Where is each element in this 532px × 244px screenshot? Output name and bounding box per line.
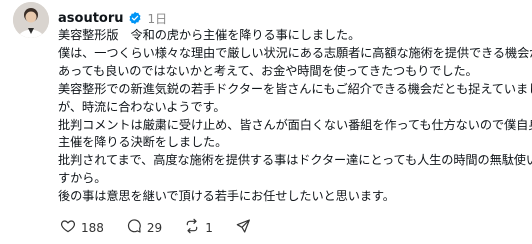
share-icon [235,218,251,237]
comment-button[interactable]: 29 [126,218,162,237]
post-line: 主催を降りる決断をしました。 [58,135,228,150]
post-actions: 188 29 1 [60,218,251,237]
verified-badge-icon [128,11,142,25]
share-button[interactable] [235,218,251,237]
post-timestamp[interactable]: 1日 [148,10,168,27]
post-line: 美容整形での新進気鋭の若手ドクターを皆さんにもご紹介できる機会だとも捉えていまし… [58,81,532,96]
post-line: あっても良いのではないかと考えて、お金や時間を使ってきたつもりでした。 [58,63,478,78]
repost-button[interactable]: 1 [184,218,213,237]
repost-count: 1 [205,220,213,235]
comment-count: 29 [146,220,163,235]
heart-icon [60,218,76,237]
post-line: 僕は、一つくらい様々な理由で厳しい状況にある志願者に高額な施術を提供できる機会が [58,45,532,60]
like-button[interactable]: 188 [60,218,104,237]
post-line: 美容整形版 令和の虎から主催を降りる事にしました。 [58,28,361,42]
post-line: すから。 [58,171,107,186]
avatar[interactable] [13,2,49,38]
like-count: 188 [81,220,104,235]
comment-icon [126,218,142,237]
post-line: 批判コメントは厳粛に受け止め、皆さんが面白くない番組を作っても仕方ないので僕自身… [58,117,532,132]
post-line: 後の事は意思を継いで頂ける若手にお任せしたいと思います。 [58,189,395,204]
username[interactable]: asoutoru [58,11,124,26]
post-line: が、時流に合わないようです。 [58,99,226,114]
repost-icon [184,218,200,237]
post-line: 批判されてまで、高度な施術を提供する事はドクター達にとっても人生の時間の無駄使い… [58,153,532,168]
thread-post: asoutoru 1日 美容整形版 令和の虎から主催を降りる事にしました。 僕は… [0,0,532,244]
post-body: 美容整形版 令和の虎から主催を降りる事にしました。 僕は、一つくらい様々な理由で… [58,27,532,206]
post-header: asoutoru 1日 [58,8,167,28]
